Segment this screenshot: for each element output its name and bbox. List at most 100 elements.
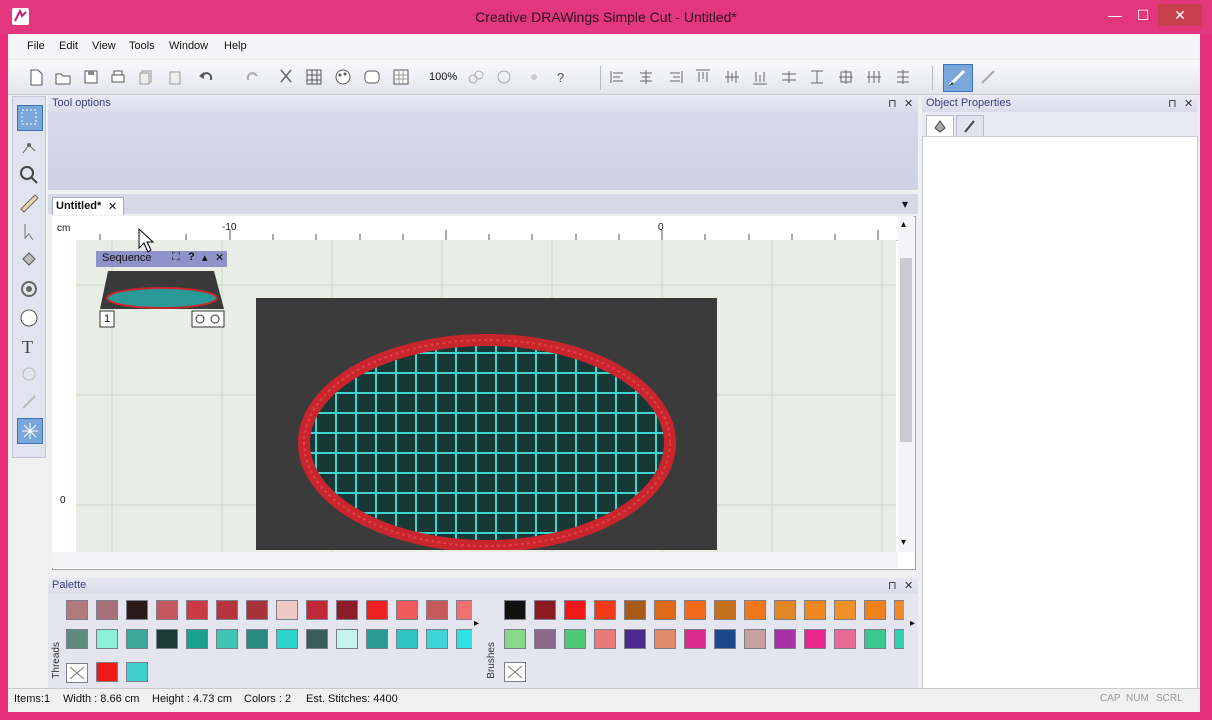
- open-file-icon[interactable]: [53, 67, 73, 87]
- color-swatch[interactable]: [594, 629, 616, 649]
- pen-properties-tab-icon[interactable]: [956, 115, 984, 136]
- menu-edit[interactable]: Edit: [54, 38, 83, 54]
- menu-window[interactable]: Window: [164, 38, 213, 54]
- align-middle-icon[interactable]: [722, 67, 742, 87]
- color-swatch[interactable]: [714, 600, 736, 620]
- close-icon[interactable]: ✕: [904, 97, 913, 110]
- space-horizontal-icon[interactable]: [864, 67, 884, 87]
- tab-dropdown-icon[interactable]: ▾: [902, 197, 908, 211]
- color-swatch[interactable]: [96, 662, 118, 682]
- close-icon[interactable]: ✕: [215, 251, 224, 264]
- color-swatch[interactable]: [336, 600, 358, 620]
- menu-help[interactable]: Help: [219, 38, 252, 54]
- color-swatch[interactable]: [534, 600, 556, 620]
- color-swatch[interactable]: [564, 629, 586, 649]
- hoop-grid-icon[interactable]: [391, 67, 411, 87]
- color-swatch[interactable]: [804, 600, 826, 620]
- color-swatch[interactable]: [336, 629, 358, 649]
- link-icon[interactable]: [466, 67, 486, 87]
- color-swatch[interactable]: [774, 600, 796, 620]
- scroll-up-icon[interactable]: ▴: [901, 219, 906, 230]
- color-swatch[interactable]: [804, 629, 826, 649]
- brush-tool-icon[interactable]: [943, 64, 973, 92]
- color-swatch[interactable]: [126, 662, 148, 682]
- help-icon[interactable]: ?: [188, 251, 195, 263]
- align-left-icon[interactable]: [608, 67, 628, 87]
- pen-tool-icon[interactable]: [978, 67, 998, 87]
- color-swatch[interactable]: [504, 662, 526, 682]
- color-swatch[interactable]: [426, 629, 448, 649]
- color-swatch[interactable]: [894, 600, 904, 620]
- color-swatch[interactable]: [66, 600, 88, 620]
- ellipse-tool-icon[interactable]: [17, 306, 41, 330]
- menu-view[interactable]: View: [87, 38, 121, 54]
- color-swatch[interactable]: [156, 629, 178, 649]
- color-swatch[interactable]: [126, 629, 148, 649]
- measure-tool-icon[interactable]: [17, 191, 41, 215]
- color-swatch[interactable]: [426, 600, 448, 620]
- color-swatch[interactable]: [366, 629, 388, 649]
- pin-icon[interactable]: ⊓: [1168, 97, 1177, 110]
- collapse-icon[interactable]: ▴: [202, 251, 208, 264]
- close-icon[interactable]: ✕: [1184, 97, 1193, 110]
- color-swatch[interactable]: [396, 629, 418, 649]
- undo-icon[interactable]: [196, 67, 216, 87]
- paste-icon[interactable]: [165, 67, 185, 87]
- color-swatch[interactable]: [276, 600, 298, 620]
- color-swatch[interactable]: [894, 629, 904, 649]
- fill-properties-tab-icon[interactable]: [926, 115, 954, 136]
- pointer-tool-icon[interactable]: [17, 220, 41, 244]
- expand-icon[interactable]: ⛶: [172, 251, 180, 264]
- color-swatch[interactable]: [126, 600, 148, 620]
- distribute-vertical-icon[interactable]: [807, 67, 827, 87]
- menu-tools[interactable]: Tools: [124, 38, 160, 54]
- vertical-scroll-thumb[interactable]: [900, 258, 912, 442]
- color-swatch[interactable]: [594, 600, 616, 620]
- color-swatch[interactable]: [306, 600, 328, 620]
- color-swatch[interactable]: [366, 600, 388, 620]
- close-button[interactable]: ✕: [1158, 4, 1202, 26]
- color-swatch[interactable]: [864, 600, 886, 620]
- color-swatch[interactable]: [864, 629, 886, 649]
- save-icon[interactable]: [81, 67, 101, 87]
- scroll-down-icon[interactable]: ▾: [901, 537, 906, 548]
- space-vertical-icon[interactable]: [893, 67, 913, 87]
- align-top-icon[interactable]: [693, 67, 713, 87]
- text-tool-icon[interactable]: T: [17, 334, 41, 358]
- color-swatch[interactable]: [684, 600, 706, 620]
- distribute-horizontal-icon[interactable]: [779, 67, 799, 87]
- align-right-icon[interactable]: [665, 67, 685, 87]
- zoom-tool-icon[interactable]: [17, 163, 41, 187]
- color-swatch[interactable]: [96, 629, 118, 649]
- fill-tool-icon[interactable]: [17, 249, 41, 273]
- color-swatch[interactable]: [396, 600, 418, 620]
- pin-icon[interactable]: ⊓: [888, 97, 897, 110]
- pin-icon[interactable]: ⊓: [888, 579, 897, 592]
- color-swatch[interactable]: [654, 600, 676, 620]
- color-swatch[interactable]: [156, 600, 178, 620]
- color-swatch[interactable]: [744, 629, 766, 649]
- color-swatch[interactable]: [216, 600, 238, 620]
- color-swatch[interactable]: [624, 629, 646, 649]
- zoom-level[interactable]: 100%: [429, 71, 457, 83]
- threads-scroll-right-icon[interactable]: ▸: [474, 618, 479, 629]
- embroidery-hoop[interactable]: [256, 298, 717, 550]
- color-swatch[interactable]: [186, 629, 208, 649]
- color-swatch[interactable]: [834, 600, 856, 620]
- select-tool-icon[interactable]: [17, 105, 43, 131]
- print-icon[interactable]: [108, 67, 128, 87]
- color-swatch[interactable]: [66, 629, 88, 649]
- redo-icon[interactable]: [243, 67, 263, 87]
- color-swatch[interactable]: [564, 600, 586, 620]
- color-swatch[interactable]: [456, 600, 472, 620]
- color-swatch[interactable]: [246, 629, 268, 649]
- brushes-scroll-right-icon[interactable]: ▸: [910, 618, 915, 629]
- color-swatch[interactable]: [186, 600, 208, 620]
- color-swatch[interactable]: [834, 629, 856, 649]
- node-edit-tool-icon[interactable]: [17, 135, 41, 159]
- record-icon[interactable]: [524, 67, 544, 87]
- palette-icon[interactable]: [333, 67, 353, 87]
- magic-tool-icon[interactable]: [17, 418, 43, 444]
- help-icon[interactable]: ?: [551, 67, 571, 87]
- color-swatch[interactable]: [504, 600, 526, 620]
